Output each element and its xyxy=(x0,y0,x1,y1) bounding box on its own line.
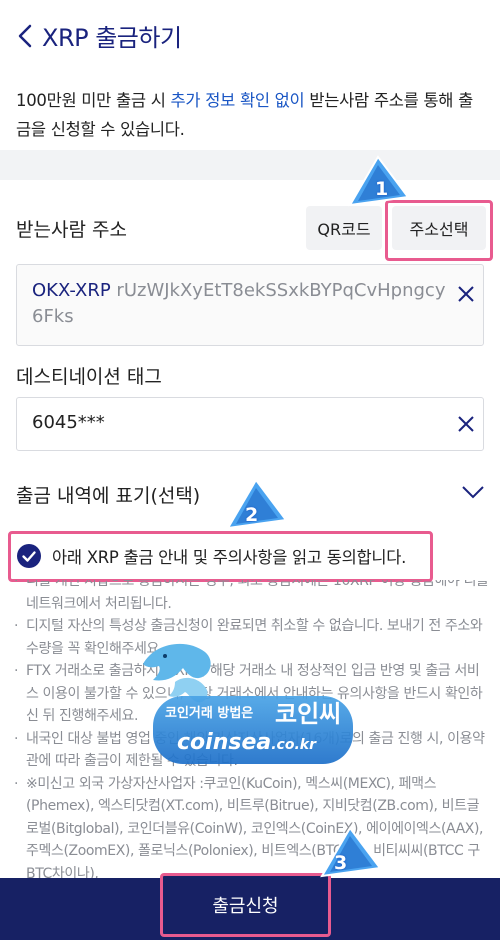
notice-highlight: 추가 정보 확인 없이 xyxy=(170,91,305,110)
note-item: 리플 개인 지갑으로 송금하시는 경우, 최초 송금시에는 10XRP 이상 송… xyxy=(14,580,490,615)
withdraw-notice: 100만원 미만 출금 시 추가 정보 확인 없이 받는사람 주소를 통해 출금… xyxy=(16,86,486,144)
recipient-address-label: 받는사람 주소 xyxy=(16,219,127,241)
step-1-number: 1 xyxy=(375,178,389,200)
chevron-down-icon[interactable] xyxy=(461,484,485,500)
section-divider xyxy=(0,150,500,180)
watermark-line1: 코인거래 방법은 xyxy=(165,706,254,721)
watermark-domain: coinsea.co.kr xyxy=(177,730,316,755)
agreement-label[interactable]: 아래 XRP 출금 안내 및 주의사항을 읽고 동의합니다. xyxy=(52,544,406,568)
page-title: XRP 출금하기 xyxy=(42,24,182,52)
notice-text-1: 100만원 미만 출금 시 xyxy=(16,91,171,110)
clear-address-icon[interactable] xyxy=(457,285,475,303)
destination-tag-field[interactable]: 6045*** xyxy=(16,397,484,451)
checkbox-checked-icon[interactable] xyxy=(17,544,41,568)
address-book-tag: OKX-XRP xyxy=(32,280,111,301)
destination-tag-label: 데스티네이션 태그 xyxy=(16,366,162,388)
watermark-domain-main: coinsea xyxy=(177,730,272,755)
withdraw-submit-button[interactable]: 출금신청 xyxy=(160,873,331,937)
destination-tag-value: 6045*** xyxy=(32,412,105,433)
history-memo-toggle[interactable]: 출금 내역에 표기(선택) xyxy=(16,481,200,508)
app-header: XRP 출금하기 xyxy=(0,0,500,72)
clear-tag-icon[interactable] xyxy=(457,415,475,433)
recipient-address-value: OKX-XRP rUzWJkXyEtT8ekSSxkBYPqCvHpngcy6F… xyxy=(32,278,452,330)
step-3-number: 3 xyxy=(334,852,348,874)
note-item: ※미신고 외국 가상자산사업자 :쿠코인(KuCoin), 멕스씨(MEXC),… xyxy=(14,773,490,881)
coinsea-watermark: 코인거래 방법은 코인씨 coinsea.co.kr xyxy=(135,634,365,774)
step-2-number: 2 xyxy=(245,504,259,526)
watermark-domain-tld: .co.kr xyxy=(271,737,317,753)
watermark-brand: 코인씨 xyxy=(275,700,342,728)
recipient-address-field[interactable]: OKX-XRP rUzWJkXyEtT8ekSSxkBYPqCvHpngcy6F… xyxy=(16,264,484,346)
back-arrow-icon[interactable] xyxy=(14,22,40,50)
